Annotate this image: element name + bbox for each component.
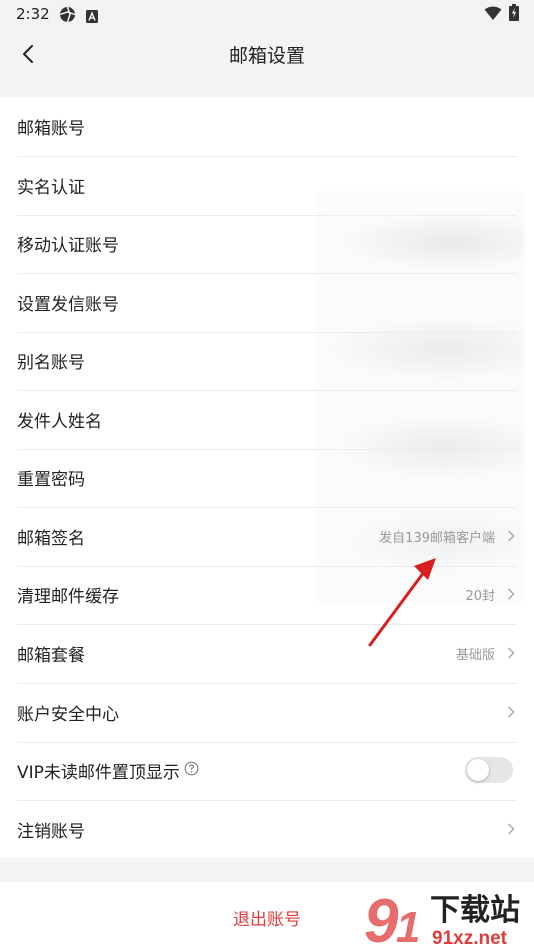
row-label: 账户安全中心 [17, 705, 119, 725]
settings-row-realname-verify[interactable]: 实名认证 [17, 156, 517, 216]
settings-row-sender-account[interactable]: 设置发信账号 [17, 273, 517, 333]
row-label: 发件人姓名 [17, 412, 102, 432]
settings-row-alias-account[interactable]: 别名账号 [17, 331, 517, 391]
settings-row-clear-cache[interactable]: 清理邮件缓存 20封 [17, 565, 517, 625]
help-icon[interactable] [184, 761, 199, 776]
chevron-right-icon [507, 647, 515, 659]
row-label: 清理邮件缓存 [17, 587, 119, 607]
row-label: 重置密码 [17, 470, 85, 490]
settings-row-account-security[interactable]: 账户安全中心 [17, 683, 517, 743]
vip-unread-toggle[interactable] [465, 757, 513, 783]
chevron-right-icon [507, 823, 515, 835]
svg-text:9: 9 [364, 887, 399, 950]
row-label: 邮箱账号 [17, 119, 85, 139]
row-label: 别名账号 [17, 353, 85, 373]
font-a-icon [86, 8, 98, 27]
chevron-right-icon [507, 588, 515, 600]
row-value: 发自139邮箱客户端 [379, 531, 495, 546]
row-value: 20封 [465, 589, 495, 604]
settings-row-mailbox-signature[interactable]: 邮箱签名 发自139邮箱客户端 [17, 507, 517, 567]
row-label: 邮箱签名 [17, 529, 85, 549]
watermark-domain: 91xz.net [432, 928, 508, 949]
aperture-icon [59, 6, 76, 27]
page-title: 邮箱设置 [228, 45, 305, 67]
settings-row-mailbox-account[interactable]: 邮箱账号 [17, 97, 517, 157]
row-label: 实名认证 [17, 178, 85, 198]
row-label: 移动认证账号 [17, 236, 119, 256]
svg-text:1: 1 [396, 903, 420, 950]
row-label: 注销账号 [17, 822, 85, 842]
settings-list: 邮箱账号 实名认证 移动认证账号 设置发信账号 别名账号 发件人姓名 重置密码 … [0, 97, 534, 858]
settings-row-cancel-account[interactable]: 注销账号 [17, 800, 517, 859]
wifi-icon [484, 6, 502, 25]
settings-row-reset-password[interactable]: 重置密码 [17, 448, 517, 508]
chevron-right-icon [507, 706, 515, 718]
row-value: 基础版 [455, 648, 495, 663]
settings-row-sender-name[interactable]: 发件人姓名 [17, 390, 517, 450]
toggle-knob [467, 759, 489, 781]
chevron-right-icon [507, 530, 515, 542]
watermark-brand: 下载站 [430, 893, 520, 928]
row-label: VIP未读邮件置顶显示 [17, 763, 180, 783]
nav-bar: 邮箱设置 [0, 28, 534, 80]
settings-row-mobile-verify-account[interactable]: 移动认证账号 [17, 214, 517, 274]
row-label: 邮箱套餐 [17, 646, 85, 666]
settings-row-mailbox-plan[interactable]: 邮箱套餐 基础版 [17, 624, 517, 684]
settings-row-vip-unread-top: VIP未读邮件置顶显示 [17, 741, 517, 801]
status-time: 2:32 [16, 5, 50, 23]
battery-charging-icon [509, 4, 519, 25]
row-label: 设置发信账号 [17, 295, 119, 315]
watermark-logo: 9 1 下载站 91xz.net [364, 887, 520, 950]
status-bar: 2:32 [0, 0, 534, 28]
